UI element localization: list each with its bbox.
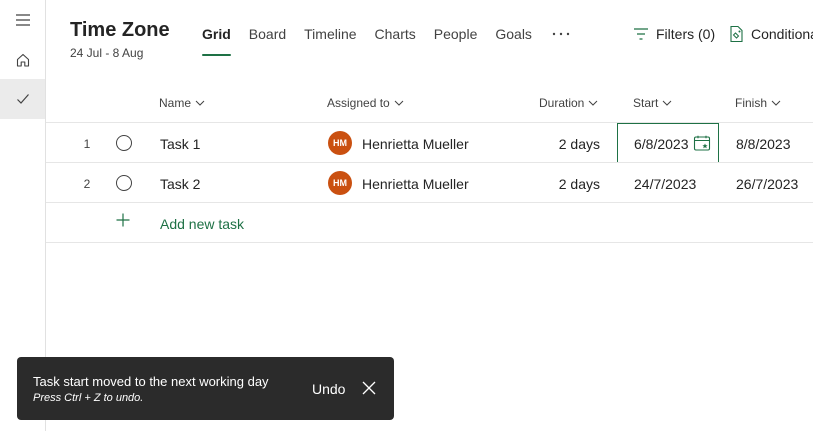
- menu-button[interactable]: [0, 0, 45, 40]
- task-start[interactable]: 24/7/2023: [634, 176, 696, 192]
- my-tasks-button[interactable]: [0, 79, 45, 119]
- assignee-name[interactable]: Henrietta Mueller: [362, 136, 469, 152]
- column-header-name-label: Name: [159, 96, 192, 110]
- tab-timeline[interactable]: Timeline: [304, 26, 356, 56]
- toast-hint: Press Ctrl + Z to undo.: [33, 392, 144, 404]
- toast-message: Task start moved to the next working day: [33, 374, 269, 389]
- tab-goals[interactable]: Goals: [495, 26, 532, 56]
- filters-button[interactable]: Filters (0): [633, 26, 715, 42]
- column-header-finish[interactable]: Finish: [735, 96, 781, 110]
- column-header-assigned-label: Assigned to: [327, 96, 390, 110]
- conditional-formatting-button[interactable]: Conditional: [728, 25, 813, 43]
- ellipsis-icon: [552, 32, 570, 36]
- home-button[interactable]: [0, 40, 45, 80]
- task-duration[interactable]: 2 days: [536, 176, 600, 192]
- hamburger-icon: [15, 14, 30, 26]
- tab-people[interactable]: People: [434, 26, 478, 56]
- table-row[interactable]: 2 Task 2 HM Henrietta Mueller 2 days 24/…: [46, 163, 813, 203]
- plan-dates: 24 Jul - 8 Aug: [70, 46, 144, 60]
- task-finish[interactable]: 8/8/2023: [736, 136, 791, 152]
- column-header-finish-label: Finish: [735, 96, 768, 110]
- filters-label: Filters (0): [656, 26, 716, 42]
- avatar: HM: [328, 171, 352, 195]
- task-finish[interactable]: 26/7/2023: [736, 176, 798, 192]
- filter-icon: [634, 28, 648, 40]
- plus-icon[interactable]: [116, 213, 130, 227]
- complete-task-checkbox[interactable]: [116, 175, 132, 191]
- column-header-name[interactable]: Name: [159, 96, 205, 110]
- chevron-down-icon: [771, 100, 781, 106]
- calendar-icon[interactable]: [693, 135, 711, 152]
- column-header-start-label: Start: [633, 96, 659, 110]
- task-name[interactable]: Task 2: [160, 176, 200, 192]
- add-task-row[interactable]: Add new task: [46, 203, 813, 243]
- conditional-formatting-label: Conditional: [751, 26, 813, 42]
- table-row[interactable]: 1 Task 1 HM Henrietta Mueller 2 days 6/8…: [46, 123, 813, 163]
- column-header-duration[interactable]: Duration: [539, 96, 598, 110]
- row-number: 2: [83, 177, 91, 191]
- plan-title: Time Zone: [70, 19, 170, 41]
- conditional-formatting-icon: [730, 25, 743, 43]
- assignee-name[interactable]: Henrietta Mueller: [362, 176, 469, 192]
- task-name[interactable]: Task 1: [160, 136, 200, 152]
- tab-charts[interactable]: Charts: [375, 26, 416, 56]
- chevron-down-icon: [394, 100, 404, 106]
- more-tabs-button[interactable]: [552, 26, 570, 56]
- row-number: 1: [83, 137, 91, 151]
- tab-board[interactable]: Board: [249, 26, 286, 56]
- chevron-down-icon: [662, 100, 672, 106]
- tab-grid[interactable]: Grid: [202, 26, 231, 56]
- task-start[interactable]: 6/8/2023: [634, 136, 689, 152]
- divider: [46, 242, 813, 243]
- checkmark-icon: [16, 94, 29, 104]
- close-icon[interactable]: [362, 381, 376, 395]
- undo-toast: Task start moved to the next working day…: [17, 357, 394, 420]
- column-header-duration-label: Duration: [539, 96, 585, 110]
- avatar: HM: [328, 131, 352, 155]
- chevron-down-icon: [589, 100, 598, 106]
- task-duration[interactable]: 2 days: [536, 136, 600, 152]
- column-header-start[interactable]: Start: [633, 96, 672, 110]
- chevron-down-icon: [195, 100, 205, 106]
- home-icon: [16, 53, 29, 67]
- undo-button[interactable]: Undo: [312, 381, 345, 397]
- view-tabs: Grid Board Timeline Charts People Goals: [202, 26, 570, 56]
- complete-task-checkbox[interactable]: [116, 135, 132, 151]
- column-header-assigned[interactable]: Assigned to: [327, 96, 404, 110]
- add-new-task-button[interactable]: Add new task: [160, 216, 244, 232]
